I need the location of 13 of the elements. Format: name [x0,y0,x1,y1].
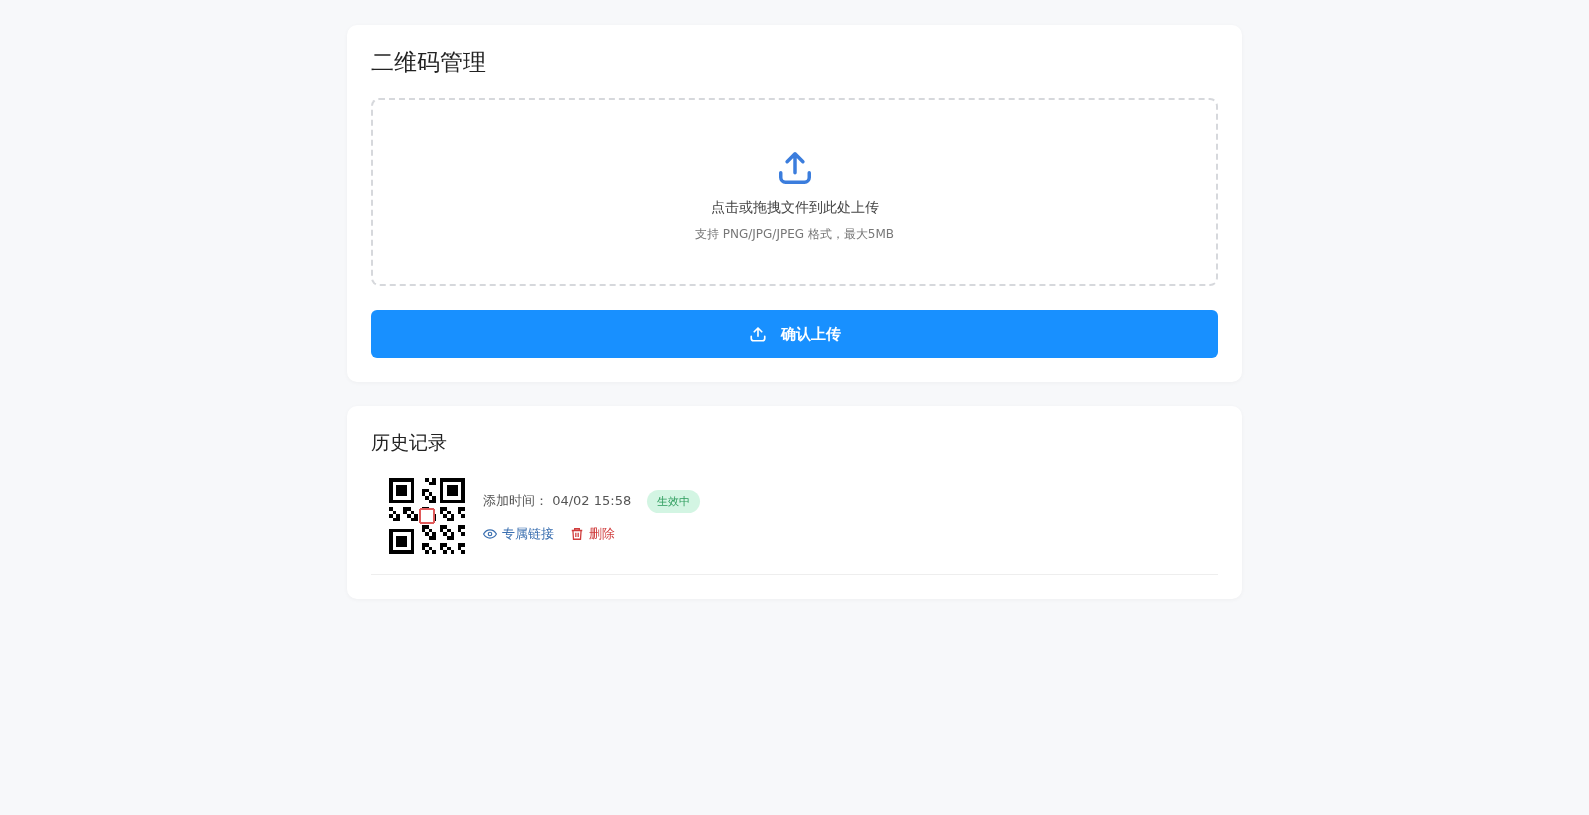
added-time: 添加时间： 04/02 15:58 [483,492,632,510]
page-title: 二维码管理 [371,48,487,77]
trash-icon [570,526,584,541]
upload-prompt: 点击或拖拽文件到此处上传 [710,199,879,217]
confirm-upload-button[interactable]: 确认上传 [371,310,1218,358]
upload-icon [748,325,767,343]
status-badge: 生效中 [647,489,701,513]
delete-link[interactable]: 删除 [570,524,615,543]
section-title: 历史记录 [371,430,448,455]
exclusive-link[interactable]: 专属链接 [483,524,554,543]
eye-icon [483,526,497,541]
upload-dropzone[interactable]: 点击或拖拽文件到此处上传 支持 PNG/JPG/JPEG 格式，最大5MB [371,98,1218,286]
upload-hint: 支持 PNG/JPG/JPEG 格式，最大5MB [694,226,895,243]
